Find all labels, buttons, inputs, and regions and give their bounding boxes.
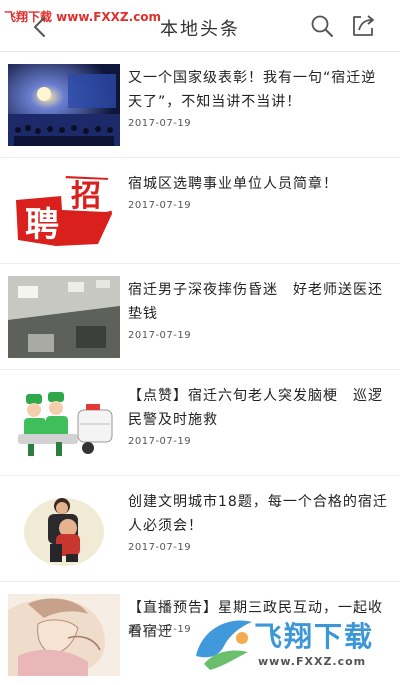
news-date: 2017-07-19: [128, 624, 192, 635]
news-title[interactable]: 创建文明城市18题，每一个合格的宿迁人必须会！: [128, 490, 390, 538]
news-title[interactable]: 宿城区选聘事业单位人员简章！: [128, 172, 390, 196]
watermark-text: www.FXXZ.com: [258, 655, 367, 668]
news-title[interactable]: 宿迁男子深夜摔伤昏迷 好老师送医还垫钱: [128, 278, 390, 326]
news-thumbnail: [8, 276, 120, 358]
news-item[interactable]: 招 聘 宿城区选聘事业单位人员简章！ 2017-07-19: [0, 158, 400, 264]
news-thumbnail: [8, 594, 120, 676]
news-title[interactable]: 又一个国家级表彰！我有一句“宿迁逆天了”，不知当讲不当讲！: [128, 66, 390, 114]
recruit-char-pin: 聘: [25, 205, 59, 245]
news-feed: 又一个国家级表彰！我有一句“宿迁逆天了”，不知当讲不当讲！ 2017-07-19…: [0, 52, 400, 685]
news-thumbnail: [8, 64, 120, 146]
news-item[interactable]: 宿迁男子深夜摔伤昏迷 好老师送医还垫钱 2017-07-19: [0, 264, 400, 370]
news-item[interactable]: 又一个国家级表彰！我有一句“宿迁逆天了”，不知当讲不当讲！ 2017-07-19: [0, 52, 400, 158]
news-thumbnail: 招 聘: [8, 170, 120, 252]
top-bar: 飞翔下载 www.FXXZ.com 本地头条: [0, 0, 400, 52]
news-item[interactable]: 【点赞】宿迁六旬老人突发脑梗 巡逻民警及时施救 2017-07-19: [0, 370, 400, 476]
recruit-char-zhao: 招: [71, 179, 101, 214]
share-icon[interactable]: [350, 13, 376, 39]
news-date: 2017-07-19: [128, 542, 192, 553]
watermark-text: 飞翔下载: [254, 620, 375, 653]
news-title[interactable]: 【点赞】宿迁六旬老人突发脑梗 巡逻民警及时施救: [128, 384, 390, 432]
news-date: 2017-07-19: [128, 118, 192, 129]
news-thumbnail: [8, 382, 120, 464]
news-date: 2017-07-19: [128, 200, 192, 211]
news-date: 2017-07-19: [128, 330, 192, 341]
page-title: 本地头条: [160, 19, 240, 40]
news-item[interactable]: 创建文明城市18题，每一个合格的宿迁人必须会！ 2017-07-19: [0, 476, 400, 582]
search-icon[interactable]: [310, 14, 334, 38]
news-date: 2017-07-19: [128, 436, 192, 447]
news-thumbnail: [8, 488, 120, 570]
